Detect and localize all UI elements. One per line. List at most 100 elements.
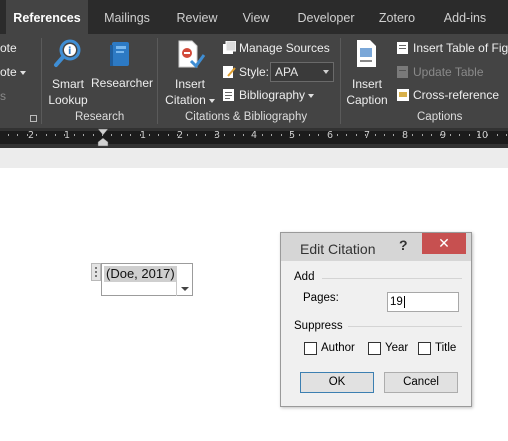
tab-references[interactable]: References: [6, 0, 88, 34]
ruler-tick: [64, 134, 65, 136]
ruler-tick: [506, 134, 507, 136]
cancel-button[interactable]: Cancel: [384, 372, 458, 393]
help-button[interactable]: ?: [399, 237, 408, 253]
drag-handle-icon[interactable]: [91, 263, 101, 281]
edit-citation-dialog: Edit Citation ? ✕ Add Pages: 19 Suppress…: [280, 232, 472, 407]
ruler-tick: [158, 134, 159, 136]
tab-mailings[interactable]: Mailings: [94, 0, 160, 34]
insert-citation-button[interactable]: Insert Citation: [160, 76, 220, 108]
smart-lookup-icon: i: [54, 39, 81, 67]
ruler-tick: [243, 134, 244, 136]
ruler-tick: [8, 134, 9, 136]
group-label-research: Research: [75, 111, 125, 123]
bibliography-button[interactable]: Bibliography: [239, 88, 315, 102]
update-table-icon: [397, 66, 408, 78]
ruler-tick: [36, 134, 37, 136]
ruler-tick: [478, 134, 479, 136]
ok-button[interactable]: OK: [300, 372, 374, 393]
ruler-tick: [375, 134, 376, 136]
ruler-tick: [74, 134, 75, 136]
close-button[interactable]: ✕: [422, 233, 466, 254]
ruler-tick: [177, 134, 178, 136]
ruler-tick: [309, 134, 310, 136]
citation-content-control[interactable]: (Doe, 2017): [91, 263, 193, 296]
author-label[interactable]: Author: [321, 342, 355, 354]
citation-options-dropdown[interactable]: [176, 280, 192, 296]
tab-view[interactable]: View: [234, 0, 278, 34]
ruler-tick: [149, 134, 150, 136]
title-label[interactable]: Title: [435, 342, 456, 354]
tab-review[interactable]: Review: [168, 0, 226, 34]
chevron-down-icon: [308, 93, 315, 98]
ruler-tick: [140, 134, 141, 136]
ruler-tick: [497, 134, 498, 136]
manage-sources-icon: [223, 41, 236, 54]
ruler-tick: [111, 134, 112, 136]
style-label: Style:: [239, 65, 270, 79]
ruler-tick: [262, 134, 263, 136]
ruler-tick: [224, 134, 225, 136]
ruler-tick: [337, 134, 338, 136]
ruler-tick: [346, 134, 347, 136]
ruler-tick: [328, 134, 329, 136]
bibliography-icon: [223, 89, 234, 101]
ruler-tick: [234, 134, 235, 136]
pages-label: Pages:: [303, 292, 339, 304]
ruler-tick: [102, 134, 103, 136]
ruler-tick: [299, 134, 300, 136]
ruler-tick: [365, 134, 366, 136]
suppress-title-checkbox[interactable]: [418, 342, 431, 355]
partial-ribbon-item[interactable]: ote: [0, 65, 26, 79]
ruler-tick: [459, 134, 460, 136]
style-icon: [223, 66, 236, 78]
style-select[interactable]: APA: [270, 62, 334, 82]
ruler-tick: [440, 134, 441, 136]
citation-box[interactable]: (Doe, 2017): [101, 263, 193, 296]
tab-developer[interactable]: Developer: [290, 0, 362, 34]
smart-lookup-button[interactable]: Smart Lookup: [44, 76, 92, 108]
ruler: 2 1 1 2 3 4 5 6 7 8 9 10: [0, 128, 508, 148]
update-table-button[interactable]: Update Table: [413, 65, 484, 79]
suppress-section-label: Suppress: [294, 320, 343, 332]
ruler-tick: [215, 134, 216, 136]
ruler-tick: [487, 134, 488, 136]
svg-text:i: i: [68, 46, 71, 57]
dialog-title: Edit Citation: [300, 241, 376, 257]
ruler-tick: [55, 134, 56, 136]
ruler-tick: [252, 134, 253, 136]
insert-caption-icon: [357, 40, 376, 67]
group-label-citations: Citations & Bibliography: [185, 111, 308, 123]
ruler-tick: [469, 134, 470, 136]
ruler-tick: [393, 134, 394, 136]
suppress-year-checkbox[interactable]: [368, 342, 381, 355]
dialog-launcher-icon[interactable]: [30, 115, 37, 122]
manage-sources-button[interactable]: Manage Sources: [239, 41, 330, 55]
ruler-tick: [384, 134, 385, 136]
group-label-captions: Captions: [417, 111, 463, 123]
ruler-tick: [403, 134, 404, 136]
cross-reference-button[interactable]: Cross-reference: [413, 88, 499, 102]
tab-add-ins[interactable]: Add-ins: [436, 0, 494, 34]
table-of-figures-icon: [397, 42, 408, 54]
citation-text[interactable]: (Doe, 2017): [104, 266, 177, 282]
tab-zotero[interactable]: Zotero: [370, 0, 424, 34]
section-divider: [348, 326, 462, 327]
ruler-tick: [271, 134, 272, 136]
researcher-icon: [110, 42, 129, 66]
ruler-tick: [318, 134, 319, 136]
section-divider: [322, 278, 462, 279]
year-label[interactable]: Year: [385, 342, 408, 354]
indent-marker-icon[interactable]: [97, 128, 109, 148]
partial-ribbon-item[interactable]: ote: [0, 41, 17, 55]
ruler-tick: [412, 134, 413, 136]
pages-input[interactable]: 19: [387, 292, 459, 312]
dialog-title-bar[interactable]: Edit Citation ? ✕: [281, 233, 471, 261]
researcher-button[interactable]: Researcher: [91, 76, 153, 90]
ribbon-tab-bar: References Mailings Review View Develope…: [0, 0, 508, 34]
ruler-tick: [17, 134, 18, 136]
insert-caption-button[interactable]: Insert Caption: [342, 76, 392, 108]
insert-table-of-figures-button[interactable]: Insert Table of Fig: [413, 41, 508, 55]
chevron-down-icon: [208, 98, 215, 103]
partial-ribbon-item: s: [0, 89, 6, 103]
suppress-author-checkbox[interactable]: [304, 342, 317, 355]
